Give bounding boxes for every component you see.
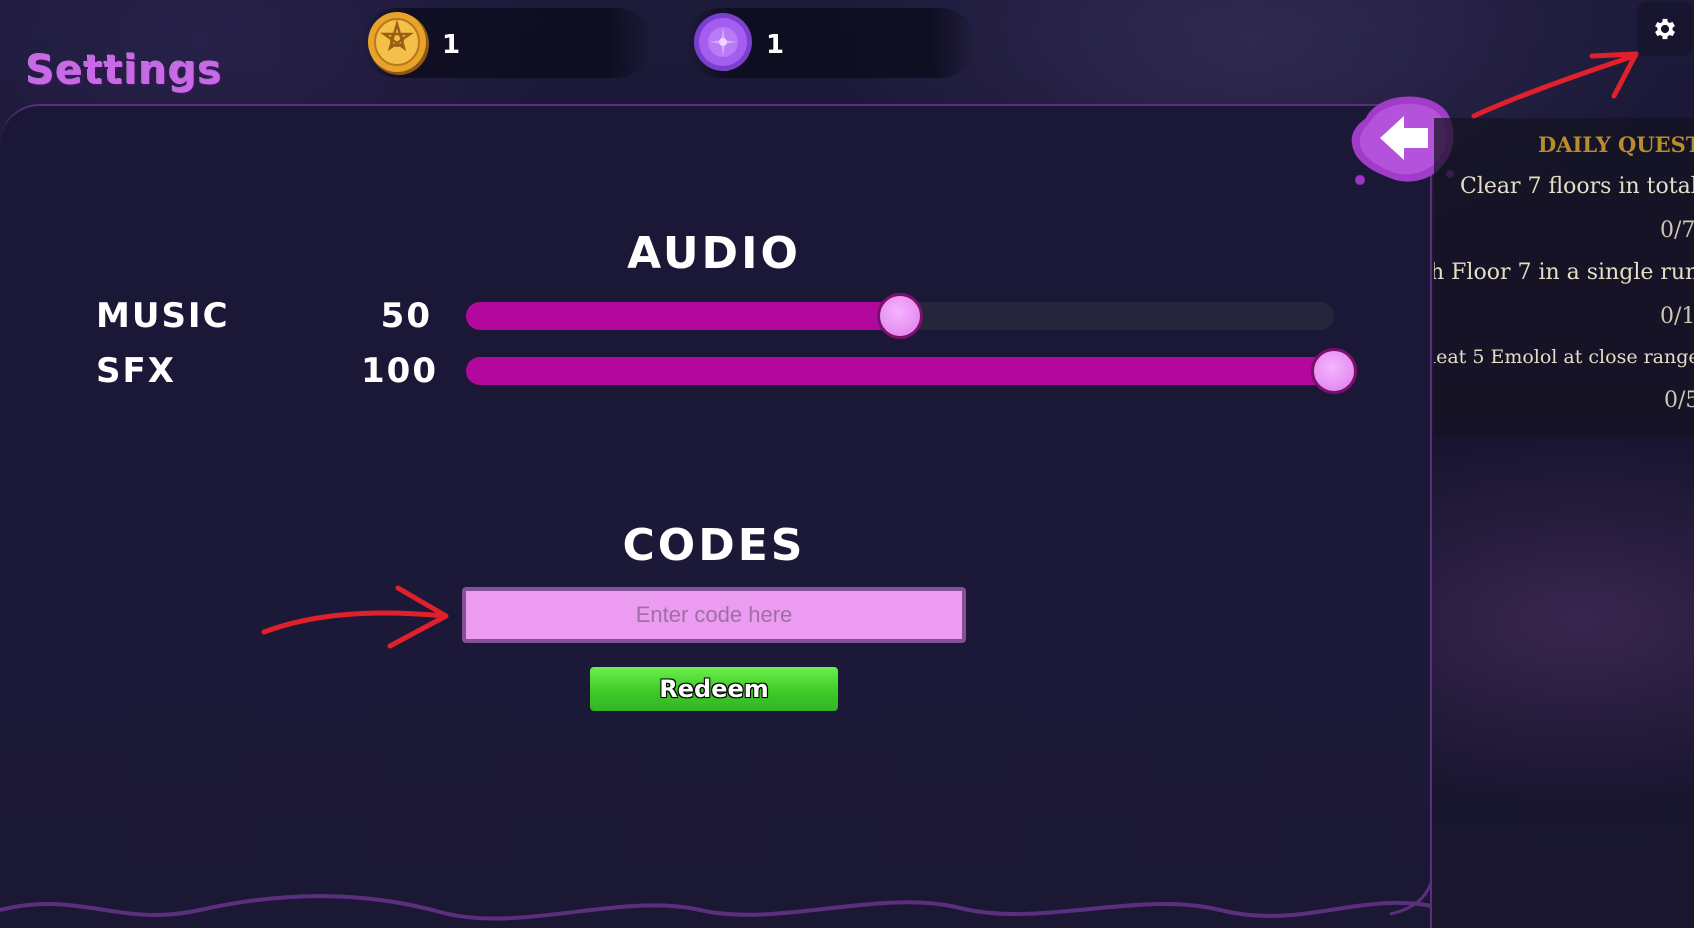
game-screen: Settings 1 1 AUDIO MUSIC 50 SFX 100 CODE… [0, 0, 1694, 928]
sfx-label: SFX [96, 351, 176, 391]
music-label: MUSIC [96, 296, 230, 336]
sfx-slider-handle[interactable] [1311, 348, 1357, 394]
redeem-button[interactable]: Redeem [590, 667, 838, 711]
quest-text: h Floor 7 in a single run [1434, 260, 1694, 285]
sfx-value: 100 [361, 351, 438, 391]
music-slider-handle[interactable] [877, 293, 923, 339]
quest-progress: 0/1 [1660, 304, 1694, 329]
daily-quests-panel: DAILY QUESTS Clear 7 floors in total 0/7… [1434, 118, 1694, 436]
music-slider[interactable] [466, 293, 1334, 339]
sfx-slider-fill [466, 357, 1334, 385]
annotation-arrow-to-gear [1471, 51, 1639, 119]
music-value: 50 [380, 296, 432, 336]
audio-heading: AUDIO [627, 228, 801, 279]
settings-button[interactable] [1637, 2, 1693, 56]
codes-heading: CODES [622, 520, 806, 571]
quest-text: Clear 7 floors in total [1460, 174, 1694, 199]
purple-flower-icon [694, 13, 752, 71]
sfx-slider[interactable] [466, 348, 1357, 394]
quest-text: leat 5 Emolol at close range [1434, 346, 1694, 368]
code-input[interactable] [462, 587, 966, 643]
quest-progress: 0/7 [1660, 218, 1694, 243]
flower-counter: 1 [686, 8, 976, 78]
gold-coin-icon [368, 12, 429, 75]
quest-progress: 0/5 [1664, 388, 1694, 413]
page-title: Settings [26, 48, 223, 94]
music-slider-fill [466, 302, 900, 330]
gear-icon [1655, 18, 1675, 40]
coin-counter: 1 [362, 8, 652, 78]
daily-quests-title: DAILY QUESTS [1538, 132, 1694, 157]
panel-bottom-border [0, 880, 1432, 921]
flower-amount: 1 [766, 30, 785, 60]
coin-amount: 1 [442, 30, 461, 60]
